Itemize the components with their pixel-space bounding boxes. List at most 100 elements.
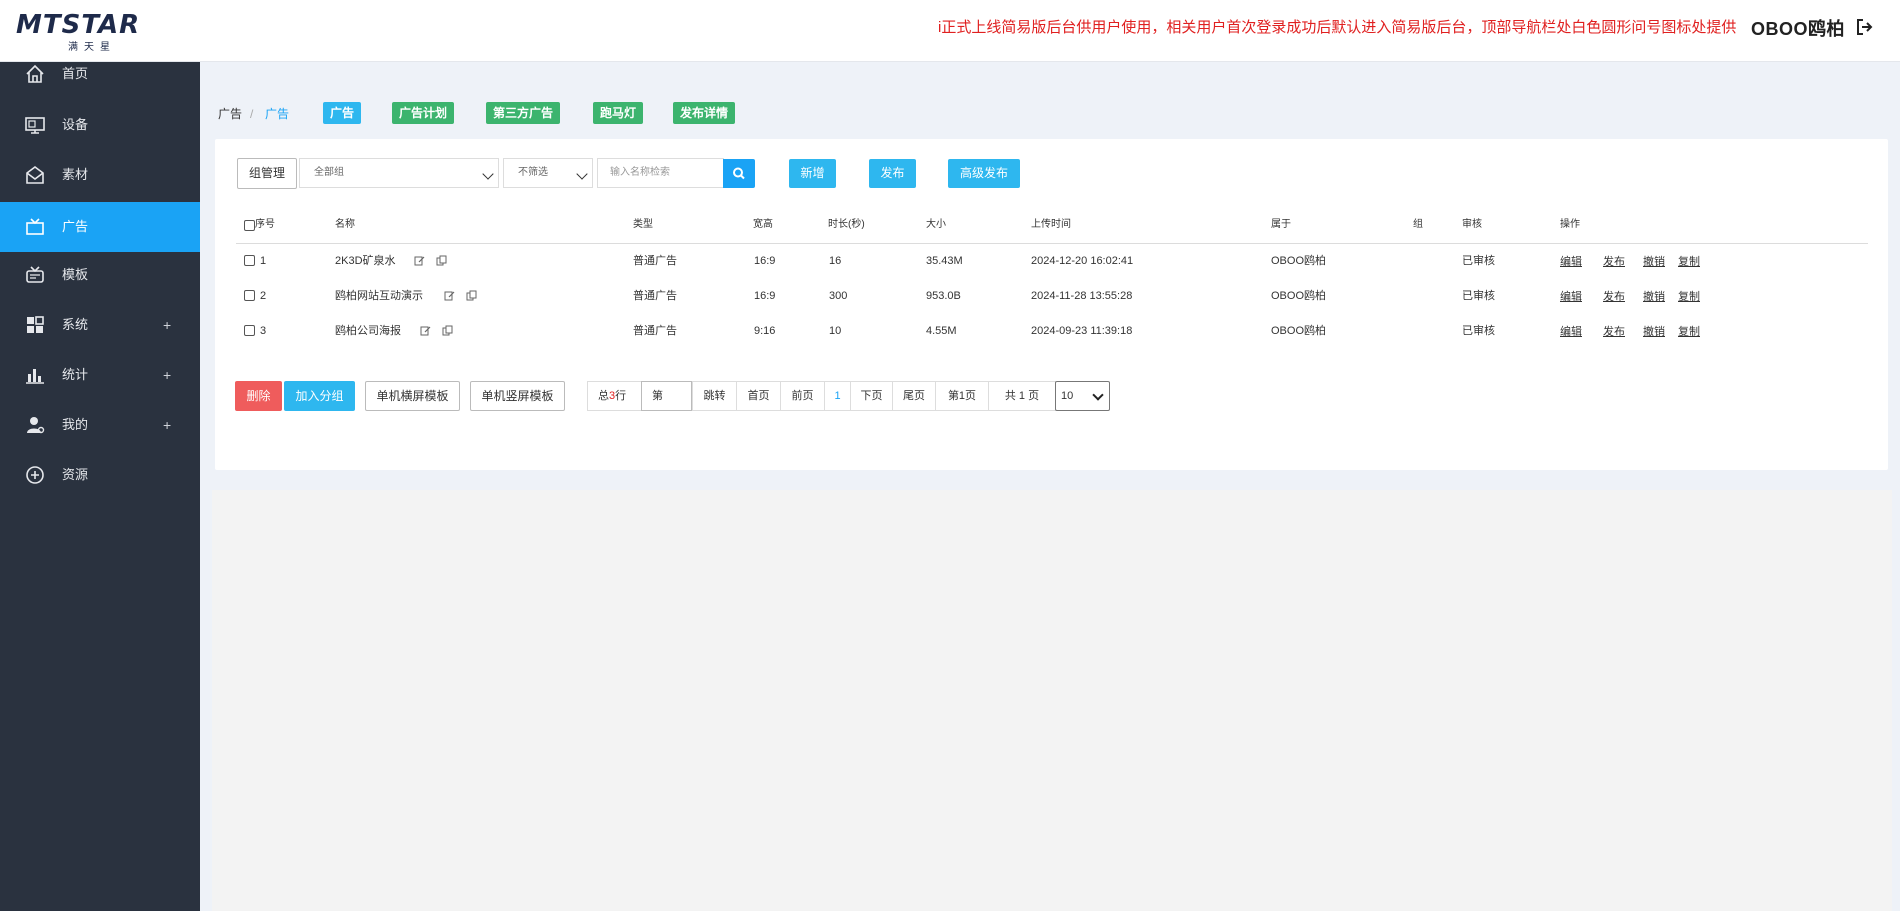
column-header-actions: 操作: [1560, 219, 1580, 230]
publish-link[interactable]: 发布: [1603, 324, 1625, 340]
column-header-size: 大小: [926, 219, 946, 230]
user-icon: [27, 417, 45, 434]
sidebar-item-system[interactable]: 系统 +: [0, 300, 200, 350]
last-page-button[interactable]: 尾页: [893, 382, 936, 410]
sidebar-item-label: 资源: [62, 467, 89, 482]
sidebar-item-label: 广告: [62, 219, 89, 234]
cell-uploaded: 2024-11-28 13:55:28: [1031, 290, 1133, 302]
next-page-button[interactable]: 下页: [851, 382, 893, 410]
pager-total-suffix: 行: [615, 390, 627, 402]
template-icon: [26, 266, 44, 283]
group-select[interactable]: 全部组: [299, 158, 499, 188]
advanced-publish-button[interactable]: 高级发布: [948, 159, 1020, 188]
publish-button[interactable]: 发布: [869, 159, 916, 188]
logo-text: MTSTAR: [16, 10, 141, 40]
sidebar-item-home[interactable]: 首页: [0, 49, 200, 99]
sidebar-item-device[interactable]: 设备: [0, 100, 200, 150]
username[interactable]: OBOO鸥柏: [1751, 15, 1845, 41]
prev-page-button[interactable]: 前页: [781, 382, 825, 410]
publish-link[interactable]: 发布: [1603, 289, 1625, 305]
tab-third-party-ads[interactable]: 第三方广告: [486, 102, 561, 124]
row-checkbox[interactable]: [244, 290, 255, 301]
announcement-marquee: i正式上线简易版后台供用户使用，相关用户首次登录成功后默认进入简易版后台，顶部导…: [938, 19, 1737, 36]
sidebar-item-stats[interactable]: 统计 +: [0, 350, 200, 400]
search-button[interactable]: [723, 159, 755, 188]
edit-link[interactable]: 编辑: [1560, 254, 1582, 270]
sidebar: 首页 设备 素材 广告 模板 系统 + 统计 + 我的 + 资源: [0, 62, 200, 911]
duplicate-link[interactable]: 复制: [1678, 289, 1700, 305]
cell-duration: 16: [829, 255, 842, 267]
filter-select[interactable]: 不筛选: [503, 158, 593, 188]
tv-icon: [26, 218, 44, 235]
column-header-no: 序号: [255, 219, 275, 230]
total-pages: 共 1 页: [1004, 390, 1040, 402]
pager-total-text: 总3行: [598, 382, 626, 410]
revoke-link[interactable]: 撤销: [1643, 254, 1665, 270]
add-to-group-button[interactable]: 加入分组: [284, 381, 355, 411]
cell-name: 鸥柏公司海报: [335, 325, 401, 337]
page-indicator: 第1页: [936, 382, 989, 410]
sidebar-item-resources[interactable]: 资源: [0, 450, 200, 500]
first-page-button[interactable]: 首页: [737, 382, 781, 410]
expand-icon[interactable]: +: [163, 400, 171, 450]
select-all-checkbox[interactable]: [244, 220, 255, 231]
copy-icon[interactable]: [436, 255, 447, 266]
group-manage-button[interactable]: 组管理: [237, 158, 297, 189]
group-select-value: 全部组: [314, 167, 344, 178]
cell-ratio: 16:9: [754, 255, 776, 267]
page-number-input[interactable]: 第: [641, 381, 692, 411]
expand-icon[interactable]: +: [163, 350, 171, 400]
logout-icon[interactable]: [1854, 17, 1874, 37]
cell-owner: OBOO鸥柏: [1271, 255, 1327, 267]
cell-ratio: 9:16: [754, 325, 776, 337]
sidebar-item-ads[interactable]: 广告: [0, 202, 200, 252]
publish-link[interactable]: 发布: [1603, 254, 1625, 270]
sidebar-item-label: 首页: [62, 66, 89, 81]
revoke-link[interactable]: 撤销: [1643, 289, 1665, 305]
single-portrait-template-button[interactable]: 单机竖屏模板: [470, 381, 565, 411]
cell-owner: OBOO鸥柏: [1271, 290, 1327, 302]
sidebar-item-mine[interactable]: 我的 +: [0, 400, 200, 450]
cell-type: 普通广告: [633, 290, 677, 302]
add-button[interactable]: 新增: [789, 159, 836, 188]
logo[interactable]: MTSTAR 满天星: [16, 10, 186, 53]
tab-ads[interactable]: 广告: [323, 102, 362, 124]
sidebar-item-template[interactable]: 模板: [0, 250, 200, 300]
filter-select-value: 不筛选: [518, 167, 548, 178]
cell-uploaded: 2024-12-20 16:02:41: [1031, 255, 1134, 267]
revoke-link[interactable]: 撤销: [1643, 324, 1665, 340]
edit-icon[interactable]: [420, 325, 431, 336]
monitor-icon: [25, 117, 45, 134]
ads-panel: [215, 139, 1888, 470]
breadcrumb-current: 广告: [265, 107, 290, 121]
row-checkbox[interactable]: [244, 255, 255, 266]
tab-publish-details[interactable]: 发布详情: [673, 102, 736, 124]
sidebar-item-material[interactable]: 素材: [0, 150, 200, 200]
column-header-group: 组: [1413, 219, 1423, 230]
cell-review: 已审核: [1462, 255, 1495, 267]
duplicate-link[interactable]: 复制: [1678, 324, 1700, 340]
edit-icon[interactable]: [444, 290, 455, 301]
grid-icon: [27, 316, 44, 333]
edit-link[interactable]: 编辑: [1560, 289, 1582, 305]
row-checkbox[interactable]: [244, 325, 255, 336]
mail-icon: [26, 166, 44, 184]
copy-icon[interactable]: [442, 325, 453, 336]
edit-icon[interactable]: [414, 255, 425, 266]
tab-ad-plan[interactable]: 广告计划: [392, 102, 455, 124]
copy-icon[interactable]: [466, 290, 477, 301]
column-header-name: 名称: [335, 219, 355, 230]
single-landscape-template-button[interactable]: 单机横屏模板: [365, 381, 460, 411]
search-input[interactable]: 输入名称检索: [597, 158, 724, 188]
jump-button[interactable]: 跳转: [693, 382, 737, 410]
delete-button[interactable]: 删除: [235, 381, 282, 411]
breadcrumb-root[interactable]: 广告: [218, 103, 242, 125]
page-size-select[interactable]: 10: [1055, 381, 1110, 411]
search-icon: [733, 167, 745, 180]
expand-icon[interactable]: +: [163, 300, 171, 350]
tab-marquee[interactable]: 跑马灯: [593, 102, 644, 124]
empty-area: [212, 490, 1892, 911]
current-page[interactable]: 1: [825, 382, 851, 410]
edit-link[interactable]: 编辑: [1560, 324, 1582, 340]
duplicate-link[interactable]: 复制: [1678, 254, 1700, 270]
